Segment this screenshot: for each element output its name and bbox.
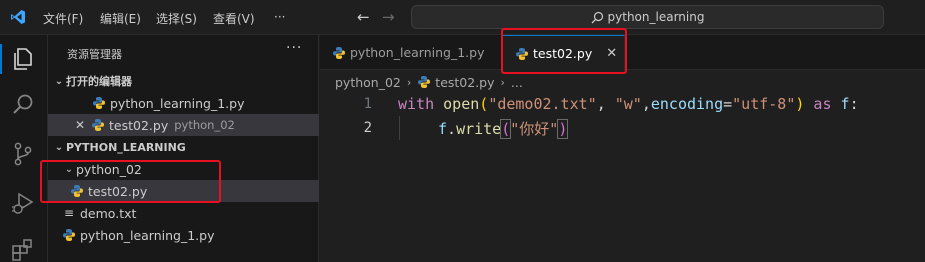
source-control-icon[interactable] bbox=[10, 141, 36, 167]
activity-bar bbox=[0, 35, 48, 262]
breadcrumb-more[interactable]: ... bbox=[511, 75, 523, 90]
open-editor-label: python_learning_1.py bbox=[110, 95, 245, 111]
open-editors-label: 打开的编辑器 bbox=[66, 75, 132, 88]
open-editor-folder-desc: python_02 bbox=[174, 118, 235, 132]
menu-selection[interactable]: 选择(S) bbox=[156, 10, 197, 27]
python-file-icon bbox=[418, 76, 431, 88]
line-number: 1 bbox=[363, 96, 372, 112]
python-file-icon bbox=[516, 47, 528, 60]
breadcrumb-folder[interactable]: python_02 bbox=[335, 75, 401, 90]
tab-label: python_learning_1.py bbox=[350, 45, 485, 60]
code-line-1: 1 with open("demo02.txt", "w",encoding="… bbox=[320, 92, 925, 116]
code-editor[interactable]: 1 with open("demo02.txt", "w",encoding="… bbox=[320, 92, 925, 262]
python-file-icon bbox=[71, 185, 83, 197]
python-file-icon bbox=[92, 119, 104, 131]
menu-edit[interactable]: 编辑(E) bbox=[100, 10, 141, 27]
explorer-icon[interactable] bbox=[10, 46, 36, 72]
close-icon[interactable]: ✕ bbox=[73, 118, 87, 132]
open-editor-item-test02[interactable]: ✕ test02.py python_02 bbox=[48, 114, 319, 136]
open-editors-header[interactable]: ⌄ 打开的编辑器 bbox=[48, 70, 319, 92]
file-test02[interactable]: test02.py bbox=[48, 180, 319, 202]
tab-python-learning[interactable]: python_learning_1.py bbox=[320, 35, 502, 70]
extensions-icon[interactable] bbox=[10, 238, 36, 262]
open-editor-label: test02.py bbox=[109, 117, 169, 133]
breadcrumb-file[interactable]: test02.py bbox=[435, 75, 494, 90]
code-text: f.write("你好") bbox=[438, 118, 569, 139]
active-indicator bbox=[0, 44, 2, 74]
vscode-logo-icon bbox=[11, 10, 25, 24]
sidebar-more-button[interactable]: ··· bbox=[286, 40, 302, 56]
chevron-down-icon: ⌄ bbox=[54, 141, 64, 153]
chevron-right-icon: › bbox=[406, 75, 412, 89]
breadcrumb: python_02 › test02.py › ... bbox=[335, 72, 523, 92]
search-icon[interactable] bbox=[10, 92, 36, 118]
search-text: python_learning bbox=[607, 10, 705, 24]
workspace-label: PYTHON_LEARNING bbox=[66, 140, 186, 154]
explorer-sidebar: 资源管理器 ··· ⌄ 打开的编辑器 python_learning_1.py … bbox=[48, 35, 319, 262]
file-label: demo.txt bbox=[80, 205, 137, 221]
code-text: with open("demo02.txt", "w",encoding="ut… bbox=[398, 95, 859, 113]
chevron-right-icon: › bbox=[500, 75, 505, 89]
chevron-down-icon: ⌄ bbox=[54, 75, 64, 87]
command-center-search[interactable]: python_learning bbox=[411, 5, 884, 29]
python-file-icon bbox=[63, 229, 75, 241]
forward-arrow-icon[interactable]: → bbox=[382, 8, 395, 26]
code-line-2: 2 f.write("你好") bbox=[320, 116, 925, 140]
folder-label: python_02 bbox=[76, 161, 142, 177]
tab-test02[interactable]: test02.py ✕ bbox=[503, 35, 625, 71]
menu-view[interactable]: 查看(V) bbox=[213, 10, 255, 27]
title-bar: 文件(F) 编辑(E) 选择(S) 查看(V) ··· ← → python_l… bbox=[0, 0, 925, 35]
python-file-icon bbox=[93, 97, 105, 109]
python-file-icon bbox=[333, 46, 345, 59]
run-debug-icon[interactable] bbox=[10, 190, 36, 216]
open-editor-item-python-learning[interactable]: python_learning_1.py bbox=[48, 92, 319, 114]
tab-label: test02.py bbox=[533, 46, 593, 61]
file-demo-txt[interactable]: ≡ demo.txt bbox=[48, 202, 319, 224]
folder-python-02[interactable]: ⌄ python_02 bbox=[48, 158, 319, 180]
editor-tab-bar: python_learning_1.py test02.py ✕ bbox=[320, 35, 925, 71]
sidebar-title: 资源管理器 bbox=[67, 48, 122, 61]
search-icon bbox=[591, 11, 603, 23]
workspace-header[interactable]: ⌄ PYTHON_LEARNING bbox=[48, 136, 319, 158]
back-arrow-icon[interactable]: ← bbox=[357, 8, 370, 26]
menu-file[interactable]: 文件(F) bbox=[43, 10, 83, 27]
file-label: test02.py bbox=[88, 183, 148, 199]
file-python-learning[interactable]: python_learning_1.py bbox=[48, 224, 319, 246]
chevron-down-icon: ⌄ bbox=[64, 163, 74, 175]
text-file-icon: ≡ bbox=[63, 206, 75, 220]
menu-more[interactable]: ··· bbox=[274, 10, 285, 24]
line-number: 2 bbox=[363, 120, 372, 136]
close-icon[interactable]: ✕ bbox=[606, 46, 617, 61]
file-label: python_learning_1.py bbox=[80, 227, 215, 243]
